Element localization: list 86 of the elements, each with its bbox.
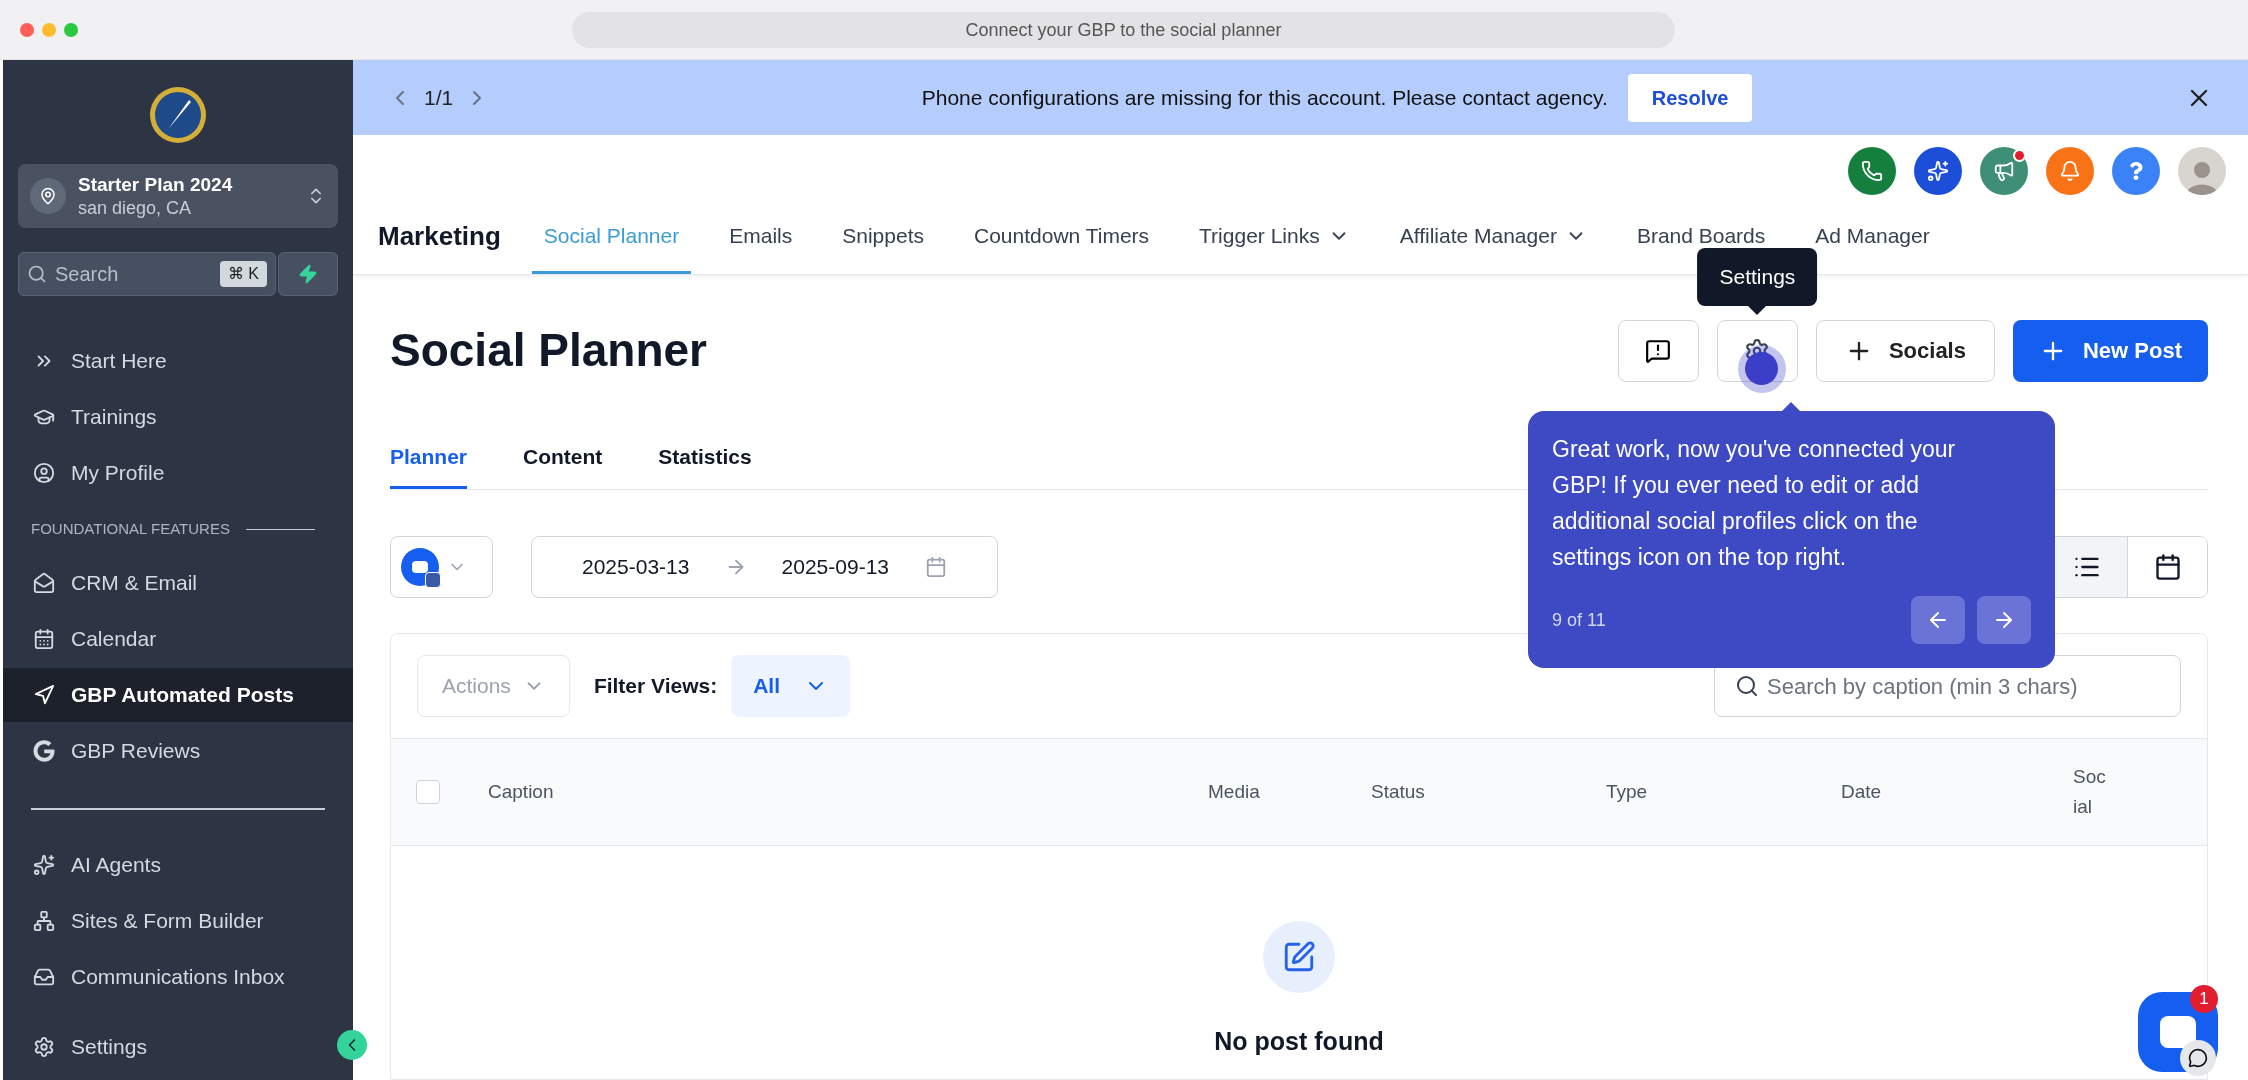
date-range-field[interactable]: 2025-03-13 2025-09-13 — [531, 535, 998, 598]
tab[interactable]: Content — [523, 440, 603, 489]
banner-pager: 1/1 — [424, 84, 454, 111]
sitemap-icon — [33, 910, 55, 932]
next-step-button[interactable] — [1977, 596, 2031, 644]
sidebar-item[interactable]: GBP Automated Posts — [3, 668, 353, 722]
page-title: Social Planner — [390, 323, 707, 378]
column-header: Date — [1841, 779, 1883, 804]
window-close-control[interactable] — [20, 22, 34, 37]
account-switcher[interactable]: Starter Plan 2024 san diego, CA — [18, 164, 338, 228]
sidebar-item[interactable]: Start Here — [3, 334, 353, 388]
sidebar-item[interactable]: CRM & Email — [3, 556, 353, 610]
column-header: Media — [1208, 779, 1261, 804]
nav-tab[interactable]: Snippets — [830, 207, 936, 274]
shortcut-key: ⌘ K — [219, 261, 267, 287]
calendar-icon — [33, 628, 55, 650]
sparkles-icon[interactable] — [1914, 147, 1962, 195]
caption-search-input[interactable]: Search by caption (min 3 chars) — [1767, 669, 2160, 703]
user-circle-icon — [33, 462, 55, 484]
tooltip-pointer — [1748, 305, 1767, 315]
tab[interactable]: Planner — [390, 440, 468, 489]
account-name: Starter Plan 2024 — [78, 172, 234, 197]
column-header: Social — [2073, 764, 2107, 819]
account-select[interactable] — [390, 535, 493, 598]
calendar-icon — [925, 555, 947, 578]
search-icon — [1735, 674, 1759, 698]
nav-tab[interactable]: Affiliate Manager — [1387, 207, 1599, 274]
inbox-icon — [33, 966, 55, 988]
nav-tab[interactable]: Trigger Links — [1187, 207, 1362, 274]
pen-logo-icon — [149, 86, 207, 144]
sidebar-item[interactable]: Settings — [3, 1020, 335, 1074]
sparkles-icon — [33, 854, 55, 876]
quick-action-button[interactable] — [278, 252, 338, 296]
help-icon[interactable] — [2112, 147, 2160, 195]
sidebar-item[interactable]: Trainings — [3, 390, 353, 444]
navigation-arrow-icon — [33, 684, 55, 706]
sidebar-item[interactable]: Communications Inbox — [3, 950, 353, 1004]
column-header: Type — [1606, 779, 1649, 804]
sidebar-item[interactable]: AI Agents — [3, 838, 353, 892]
calendar-icon — [2153, 552, 2182, 581]
settings-icon — [33, 1036, 55, 1058]
filter-label: Filter Views: — [593, 673, 718, 700]
envelope-icon — [33, 572, 55, 594]
caption-search-field[interactable]: Search by caption (min 3 chars) — [1714, 655, 2181, 717]
end-date: 2025-09-13 — [781, 553, 889, 580]
resolve-button[interactable]: Resolve — [1627, 73, 1753, 122]
sidebar-item[interactable]: Sites & Form Builder — [3, 894, 353, 948]
tooltip: Settings — [1697, 248, 1818, 306]
calendar-view-button[interactable] — [2127, 536, 2207, 597]
select-all-checkbox[interactable] — [416, 780, 440, 804]
lightning-icon — [298, 264, 318, 284]
google-icon — [33, 740, 55, 762]
banner-message: Phone configurations are missing for this account. Please contact agency. — [921, 84, 1608, 111]
account-location: san diego, CA — [78, 196, 193, 220]
sidebar-item[interactable]: My Profile — [3, 446, 353, 500]
tour-step: 9 of 11 — [1552, 606, 1606, 634]
socials-button[interactable]: Socials — [1815, 319, 1995, 382]
notification-badge: 1 — [2190, 985, 2218, 1013]
feedback-button[interactable] — [1617, 319, 1699, 382]
sidebar-item[interactable]: GBP Reviews — [3, 724, 353, 778]
phone-icon[interactable] — [1848, 147, 1896, 195]
search-input[interactable]: Search — [55, 259, 212, 289]
megaphone-icon[interactable] — [1980, 147, 2028, 195]
feedback-icon — [1645, 337, 1672, 364]
business-profile-icon — [401, 547, 439, 586]
empty-state-text: No post found — [1214, 1026, 1384, 1057]
address-bar[interactable]: Connect your GBP to the social planner — [572, 12, 1675, 48]
avatar-icon[interactable] — [2178, 147, 2226, 195]
bell-icon[interactable] — [2046, 147, 2094, 195]
start-date: 2025-03-13 — [582, 553, 690, 580]
tab[interactable]: Statistics — [658, 440, 752, 489]
section-label: FOUNDATIONAL FEATURES — [31, 518, 230, 539]
new-post-button[interactable]: New Post — [2012, 319, 2208, 382]
tour-message: Great work, now you've connected your GBP! If you ever need to edit or add additional social profiles click on the settings icon on the top right. — [1552, 435, 1957, 572]
nav-tab[interactable]: Countdown Timers — [962, 207, 1162, 274]
previous-step-button[interactable] — [1911, 596, 1965, 644]
location-pin-icon — [30, 178, 66, 214]
collapse-sidebar-button[interactable] — [337, 1030, 367, 1060]
sidebar-item[interactable]: Calendar — [3, 612, 353, 666]
nav-tab[interactable]: Emails — [717, 207, 805, 274]
search-icon — [27, 264, 47, 284]
column-header: Status — [1371, 779, 1426, 804]
column-header: Caption — [488, 779, 555, 804]
search-field[interactable]: Search ⌘ K — [18, 252, 276, 296]
filter-views-dropdown[interactable]: All — [731, 655, 851, 717]
section-title: Marketing — [378, 220, 501, 253]
